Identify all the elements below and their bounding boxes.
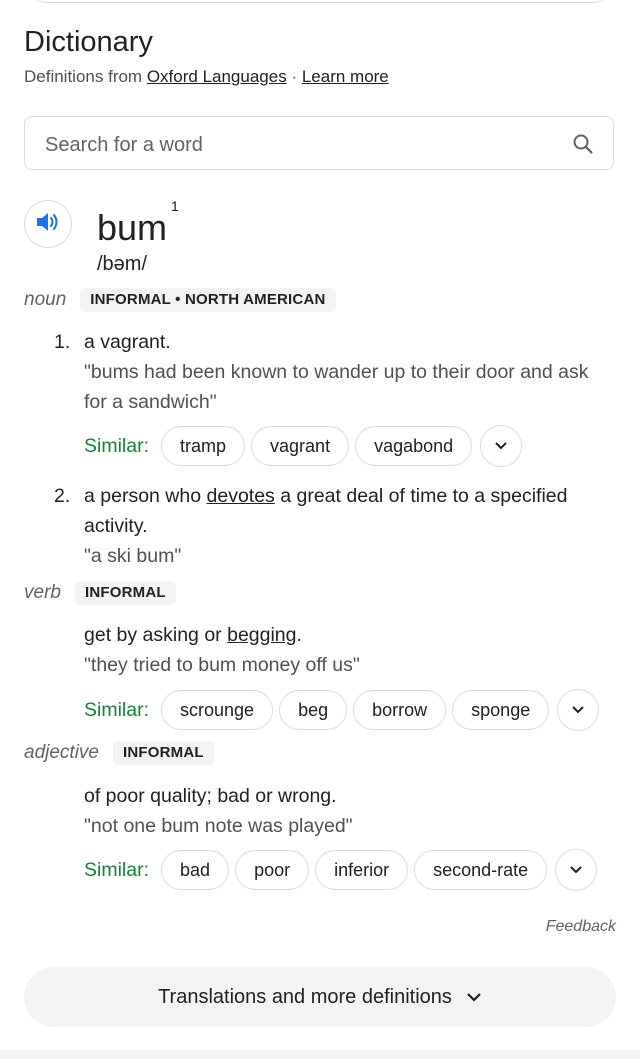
source-line: Definitions from Oxford Languages · Lear… <box>24 65 616 89</box>
source-prefix: Definitions from <box>24 67 147 86</box>
noun-sense-2: 2. a person who devotes a great deal of … <box>54 481 614 571</box>
definition: a person who devotes a great deal of tim… <box>84 485 568 537</box>
chevron-down-icon <box>466 992 482 1003</box>
adjective-similar-row: Similar: bad poor inferior second-rate <box>84 848 598 892</box>
definition: of poor quality; bad or wrong. <box>84 785 337 807</box>
example: "bums had been known to wander up to the… <box>84 361 589 413</box>
chevron-down-icon <box>570 866 582 874</box>
expand-similar-button[interactable] <box>557 689 600 731</box>
begging-link[interactable]: begging <box>227 624 296 646</box>
similar-chip[interactable]: beg <box>279 690 348 730</box>
adjective-heading: adjective INFORMAL <box>24 740 214 766</box>
similar-label: Similar: <box>84 698 150 721</box>
devotes-link[interactable]: devotes <box>207 485 275 507</box>
feedback-link[interactable]: Feedback <box>546 918 616 936</box>
example: "they tried to bum money off us" <box>84 654 360 676</box>
verb-similar-row: Similar: scrounge beg borrow sponge <box>84 688 600 732</box>
similar-chip[interactable]: tramp <box>161 426 246 466</box>
search-icon[interactable] <box>571 132 595 156</box>
speaker-icon <box>35 211 61 238</box>
similar-chip[interactable]: poor <box>235 850 310 890</box>
phonetic: /bəm/ <box>97 253 148 275</box>
bottom-divider <box>0 1050 640 1059</box>
headword-text: bum <box>97 207 168 248</box>
page-title: Dictionary <box>24 26 153 58</box>
similar-chip[interactable]: vagabond <box>355 426 473 466</box>
example: "a ski bum" <box>84 545 182 567</box>
example: "not one bum note was played" <box>84 815 353 837</box>
expand-similar-button[interactable] <box>480 425 523 467</box>
definition: get by asking or begging. <box>84 624 302 646</box>
noun-sense-1: 1. a vagrant. "bums had been known to wa… <box>54 327 614 417</box>
similar-chip[interactable]: inferior <box>315 850 409 890</box>
adjective-sense: of poor quality; bad or wrong. "not one … <box>84 781 614 841</box>
part-of-speech: noun <box>24 289 67 310</box>
similar-chip[interactable]: sponge <box>452 690 550 730</box>
separator: · <box>286 67 302 86</box>
verb-sense: get by asking or begging. "they tried to… <box>84 620 614 680</box>
similar-chip[interactable]: borrow <box>353 690 447 730</box>
verb-heading: verb INFORMAL <box>24 580 176 606</box>
search-input[interactable] <box>43 130 567 160</box>
similar-chip[interactable]: bad <box>161 850 230 890</box>
noun-similar-row: Similar: tramp vagrant vagabond <box>84 424 523 468</box>
more-button-label: Translations and more definitions <box>158 985 452 1008</box>
word-search-box[interactable] <box>24 116 614 170</box>
sense-number: 2. <box>54 485 71 507</box>
translations-more-button[interactable]: Translations and more definitions <box>24 967 616 1027</box>
expand-similar-button[interactable] <box>555 849 598 891</box>
usage-label: INFORMAL • NORTH AMERICAN <box>80 288 336 312</box>
headword: bum1 <box>97 198 179 250</box>
similar-chip[interactable]: scrounge <box>161 690 274 730</box>
part-of-speech: verb <box>24 582 61 603</box>
learn-more-link[interactable]: Learn more <box>302 67 389 86</box>
similar-chip[interactable]: vagrant <box>251 426 350 466</box>
definition: a vagrant. <box>84 331 171 353</box>
similar-label: Similar: <box>84 434 150 457</box>
pronunciation-audio-button[interactable] <box>24 200 72 248</box>
part-of-speech: adjective <box>24 742 99 763</box>
sense-number: 1. <box>54 331 71 353</box>
chevron-down-icon <box>495 442 507 450</box>
noun-heading: noun INFORMAL • NORTH AMERICAN <box>24 287 336 313</box>
usage-label: INFORMAL <box>74 581 176 605</box>
similar-chip[interactable]: second-rate <box>414 850 548 890</box>
oxford-languages-link[interactable]: Oxford Languages <box>147 67 287 86</box>
homograph-number: 1 <box>171 198 179 214</box>
previous-card-edge <box>30 0 610 3</box>
similar-label: Similar: <box>84 858 150 881</box>
dictionary-header: Dictionary Definitions from Oxford Langu… <box>24 24 616 89</box>
chevron-down-icon <box>572 706 584 714</box>
usage-label: INFORMAL <box>113 741 214 765</box>
